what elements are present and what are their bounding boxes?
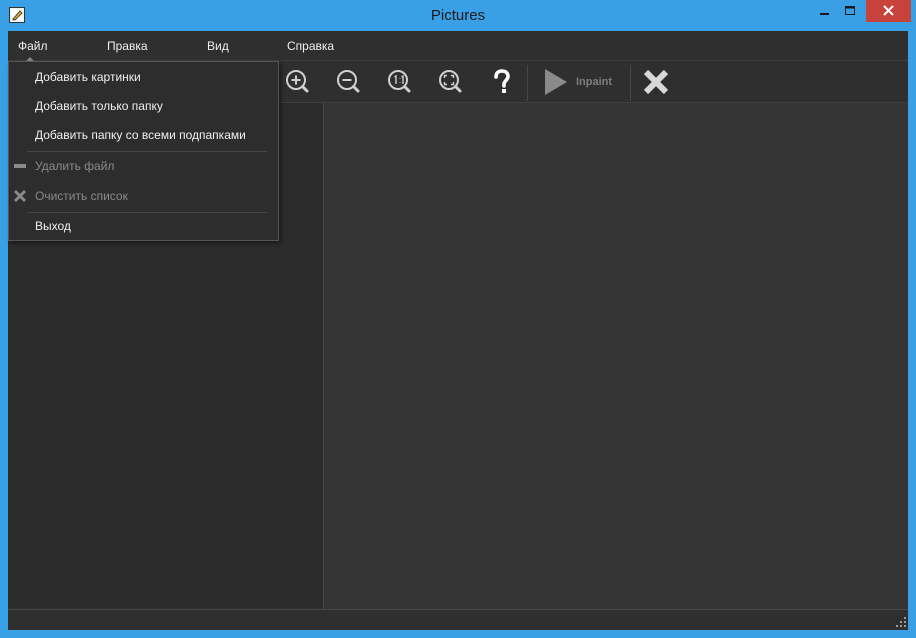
menu-separator bbox=[27, 212, 267, 213]
title-bar[interactable]: Pictures bbox=[0, 0, 916, 31]
close-window-icon bbox=[883, 5, 894, 16]
menu-item-add-folder[interactable]: Добавить только папку bbox=[9, 94, 278, 118]
menu-item-label: Очистить список bbox=[35, 189, 128, 203]
menu-item-label: Добавить только папку bbox=[35, 99, 163, 113]
menu-item-add-folder-recursive[interactable]: Добавить папку со всеми подпапками bbox=[9, 123, 278, 147]
menu-help[interactable]: Справка bbox=[287, 39, 334, 53]
resize-grip-icon[interactable] bbox=[896, 617, 906, 627]
menu-view[interactable]: Вид bbox=[207, 39, 229, 53]
image-canvas[interactable] bbox=[324, 103, 908, 609]
inpaint-button[interactable] bbox=[540, 66, 572, 98]
application-window: Pictures Файл Правка Вид Справка Inpaint… bbox=[0, 0, 916, 638]
minus-icon bbox=[13, 159, 27, 173]
toolbar-separator bbox=[527, 65, 528, 101]
menu-bar: Файл Правка Вид Справка bbox=[8, 31, 908, 61]
menu-file[interactable]: Файл bbox=[18, 39, 48, 53]
menu-item-clear-list[interactable]: Очистить список bbox=[9, 184, 278, 208]
menu-item-label: Добавить папку со всеми подпапками bbox=[35, 128, 246, 142]
menu-separator bbox=[27, 151, 267, 152]
cancel-button[interactable] bbox=[640, 66, 672, 98]
status-bar bbox=[8, 609, 908, 630]
play-icon bbox=[545, 69, 567, 95]
close-icon bbox=[643, 69, 669, 95]
menu-item-delete-file[interactable]: Удалить файл bbox=[9, 154, 278, 178]
maximize-button[interactable] bbox=[836, 0, 864, 22]
actual-size-button[interactable] bbox=[384, 66, 416, 98]
window-title: Pictures bbox=[430, 7, 486, 24]
minimize-icon bbox=[820, 13, 829, 15]
menu-item-label: Добавить картинки bbox=[35, 70, 141, 84]
close-window-button[interactable] bbox=[866, 0, 911, 22]
zoom-out-button[interactable] bbox=[333, 66, 365, 98]
menu-item-exit[interactable]: Выход bbox=[9, 214, 278, 238]
menu-item-label: Удалить файл bbox=[35, 159, 115, 173]
file-dropdown-menu: Добавить картинки Добавить только папку … bbox=[8, 61, 279, 241]
help-button[interactable] bbox=[486, 66, 518, 98]
zoom-out-icon bbox=[337, 70, 360, 93]
menu-item-label: Выход bbox=[35, 219, 71, 233]
zoom-in-button[interactable] bbox=[282, 66, 314, 98]
zoom-in-icon bbox=[286, 70, 309, 93]
toolbar-separator bbox=[630, 65, 631, 101]
fit-to-window-button[interactable] bbox=[435, 66, 467, 98]
fit-to-window-icon bbox=[439, 70, 462, 93]
menu-edit[interactable]: Правка bbox=[107, 39, 148, 53]
actual-size-icon bbox=[388, 70, 411, 93]
question-icon bbox=[494, 69, 510, 93]
menu-item-add-pictures[interactable]: Добавить картинки bbox=[9, 65, 278, 89]
inpaint-label[interactable]: Inpaint bbox=[576, 76, 612, 88]
maximize-icon bbox=[845, 6, 855, 9]
x-icon bbox=[13, 189, 27, 203]
